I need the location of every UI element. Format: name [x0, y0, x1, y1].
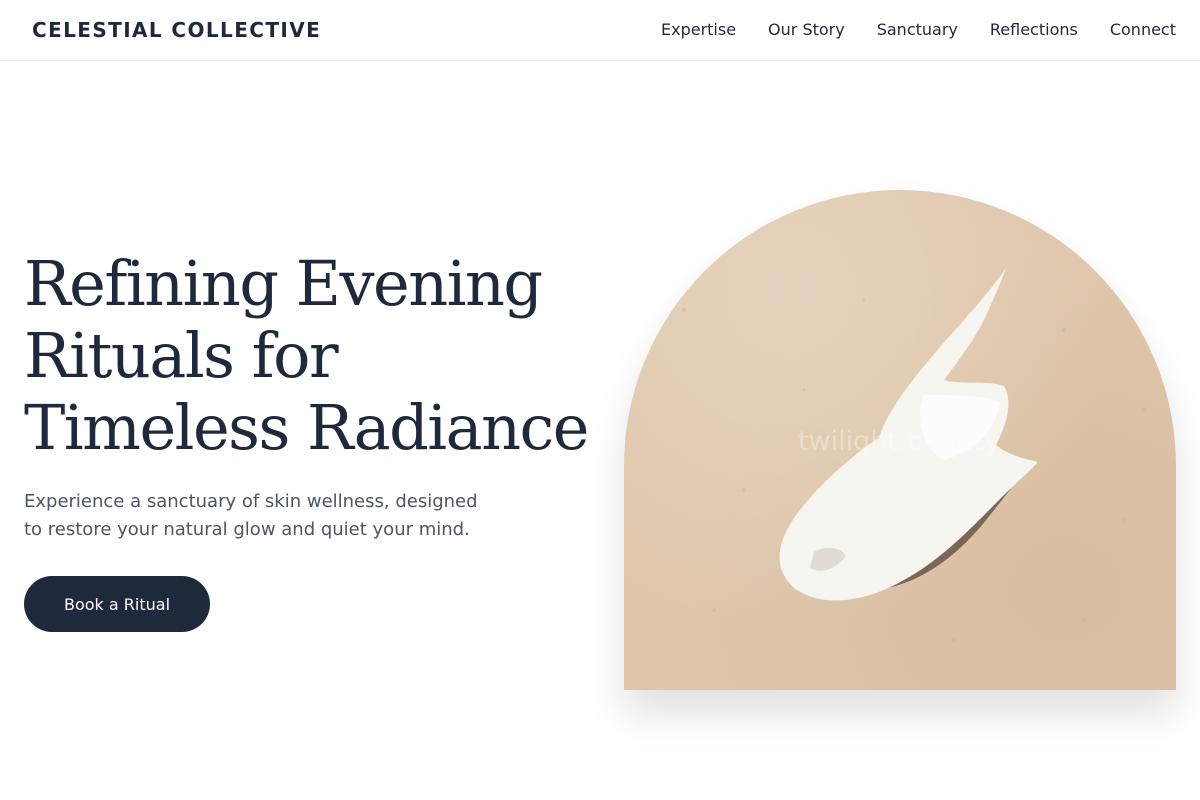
- hero-subtitle-line: Experience a sanctuary of skin wellness,…: [24, 491, 478, 512]
- hero-title-line: Rituals for: [24, 319, 339, 392]
- hero-subtitle-line: to restore your natural glow and quiet y…: [24, 519, 470, 540]
- hero-title-line: Refining Evening: [24, 247, 543, 320]
- hero-title: Refining Evening Rituals for Timeless Ra…: [24, 248, 604, 464]
- nav-link-expertise[interactable]: Expertise: [661, 20, 736, 39]
- brand-logo[interactable]: CELESTIAL COLLECTIVE: [32, 18, 321, 42]
- nav-link-reflections[interactable]: Reflections: [990, 20, 1078, 39]
- book-ritual-button[interactable]: Book a Ritual: [24, 576, 210, 632]
- nav-link-connect[interactable]: Connect: [1110, 20, 1176, 39]
- image-watermark: twilight.beauty: [798, 426, 1001, 457]
- nav-link-our-story[interactable]: Our Story: [768, 20, 845, 39]
- hero-title-line: Timeless Radiance: [24, 391, 589, 464]
- hero-subtitle: Experience a sanctuary of skin wellness,…: [24, 488, 504, 544]
- hero-image-cream-swatch: twilight.beauty: [624, 190, 1176, 690]
- main-nav: Expertise Our Story Sanctuary Reflection…: [661, 20, 1176, 39]
- site-header: CELESTIAL COLLECTIVE Expertise Our Story…: [0, 0, 1200, 61]
- nav-link-sanctuary[interactable]: Sanctuary: [877, 20, 958, 39]
